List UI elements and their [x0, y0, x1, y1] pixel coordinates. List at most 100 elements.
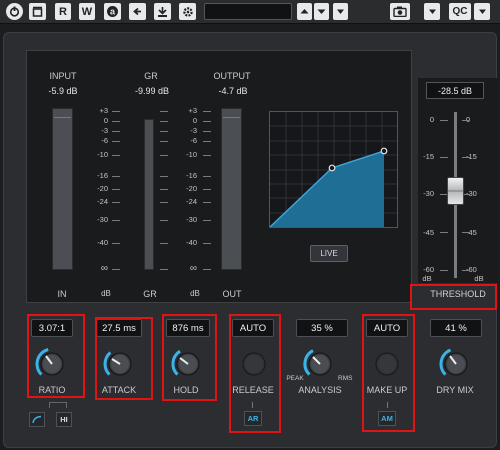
release-label: RELEASE — [232, 385, 274, 395]
db-label: dB — [190, 289, 200, 298]
scale-label: -24 — [97, 197, 108, 206]
copy-settings-icon[interactable] — [129, 3, 146, 20]
hi-button[interactable]: HI — [56, 412, 72, 427]
tick — [203, 269, 211, 270]
makeup-value-field[interactable]: AUTO — [366, 319, 408, 337]
release-value-field[interactable]: AUTO — [232, 319, 274, 337]
gr-label: GR — [143, 289, 157, 299]
threshold-point[interactable] — [328, 164, 336, 172]
live-button[interactable]: LIVE — [310, 245, 348, 262]
scale-label: -40 — [186, 238, 197, 247]
analysis-label: ANALYSIS — [298, 385, 342, 395]
tick — [112, 131, 120, 132]
ratio-label: RATIO — [38, 385, 66, 395]
tick — [440, 232, 448, 233]
tick — [203, 202, 211, 203]
scale-label: -30 — [97, 215, 108, 224]
attack-value-field[interactable]: 27.5 ms — [96, 319, 142, 337]
tick — [112, 121, 120, 122]
auto-makeup-button[interactable]: AM — [378, 411, 396, 426]
tick — [440, 157, 448, 158]
tick — [440, 120, 448, 121]
scale-label: -3 — [101, 126, 108, 135]
tick — [160, 121, 168, 122]
scale-label: -3 — [190, 126, 197, 135]
tick — [440, 270, 448, 271]
settings-gear-icon[interactable] — [179, 3, 196, 20]
input-meter-value: -5.9 dB — [48, 86, 78, 96]
next-preset-icon[interactable] — [314, 3, 329, 20]
scale-label: +3 — [99, 106, 108, 115]
makeup-knob[interactable] — [369, 346, 405, 382]
scale-label: 0 — [429, 115, 434, 124]
read-automation-button[interactable]: R — [55, 3, 71, 20]
ratio-value-field[interactable]: 3.07:1 — [31, 319, 73, 337]
threshold-slider-handle[interactable] — [447, 177, 464, 205]
scale-label: -24 — [186, 197, 197, 206]
threshold-readout[interactable]: -28.5 dB — [426, 82, 484, 99]
window-menu-icon[interactable] — [474, 3, 490, 20]
scale-label: -60 — [423, 265, 434, 274]
preset-menu-icon[interactable] — [333, 3, 348, 20]
write-automation-button[interactable]: W — [79, 3, 95, 20]
hold-value-field[interactable]: 876 ms — [166, 319, 210, 337]
tick — [462, 157, 470, 158]
tick — [160, 243, 168, 244]
scale-label: -20 — [186, 184, 197, 193]
tick — [203, 220, 211, 221]
attack-label: ATTACK — [101, 385, 137, 395]
analysis-rms-label: RMS — [338, 375, 353, 382]
dry-mix-knob[interactable] — [438, 346, 474, 382]
scale-label: -45 — [423, 228, 434, 237]
tick — [112, 243, 120, 244]
attack-knob[interactable] — [102, 346, 138, 382]
tick — [203, 141, 211, 142]
tick — [462, 232, 470, 233]
release-knob[interactable] — [236, 346, 272, 382]
bypass-icon[interactable] — [29, 3, 46, 20]
output-meter — [221, 108, 242, 270]
scale-label: ∞ — [100, 263, 108, 274]
analysis-value-field[interactable]: 35 % — [296, 319, 348, 337]
output-meter-title: OUTPUT — [213, 71, 251, 81]
dry-mix-value-field[interactable]: 41 % — [430, 319, 482, 337]
unit-label: dB — [474, 274, 484, 283]
transfer-curve-svg — [269, 112, 397, 228]
scale-label: -10 — [97, 150, 108, 159]
hold-knob[interactable] — [170, 346, 206, 382]
a-b-compare-icon[interactable]: a — [104, 3, 121, 20]
tick — [112, 189, 120, 190]
tick — [112, 111, 120, 112]
camera-icon[interactable] — [390, 3, 410, 20]
scale-label: -40 — [97, 238, 108, 247]
side-chain-icon[interactable] — [154, 3, 171, 20]
knee-curve-icon[interactable] — [29, 412, 45, 427]
dry-mix-label: DRY MIX — [436, 385, 474, 395]
transfer-curve-graph — [269, 111, 398, 228]
threshold-label: THRESHOLD — [430, 289, 486, 299]
tick — [160, 141, 168, 142]
tick — [160, 220, 168, 221]
scale-label: 0 — [192, 116, 197, 125]
dropdown-icon[interactable] — [424, 3, 440, 20]
qc-button[interactable]: QC — [449, 3, 471, 20]
button-link-bracket — [49, 402, 67, 408]
preset-name-field[interactable] — [204, 3, 292, 20]
out-label: OUT — [222, 289, 242, 299]
output-meter-value: -4.7 dB — [218, 86, 248, 96]
curve-fill — [270, 151, 384, 227]
power-icon[interactable] — [6, 3, 23, 20]
auto-release-button[interactable]: AR — [244, 411, 262, 426]
unit-label: dB — [422, 274, 432, 283]
ratio-knob[interactable] — [34, 346, 70, 382]
tick — [203, 189, 211, 190]
tick — [160, 176, 168, 177]
analysis-knob[interactable] — [302, 346, 338, 382]
input-meter — [52, 108, 73, 270]
scale-label: -16 — [186, 171, 197, 180]
scale-label: -16 — [97, 171, 108, 180]
previous-preset-icon[interactable] — [297, 3, 312, 20]
tick — [112, 220, 120, 221]
gr-meter-title: GR — [144, 71, 158, 81]
tick — [462, 120, 470, 121]
